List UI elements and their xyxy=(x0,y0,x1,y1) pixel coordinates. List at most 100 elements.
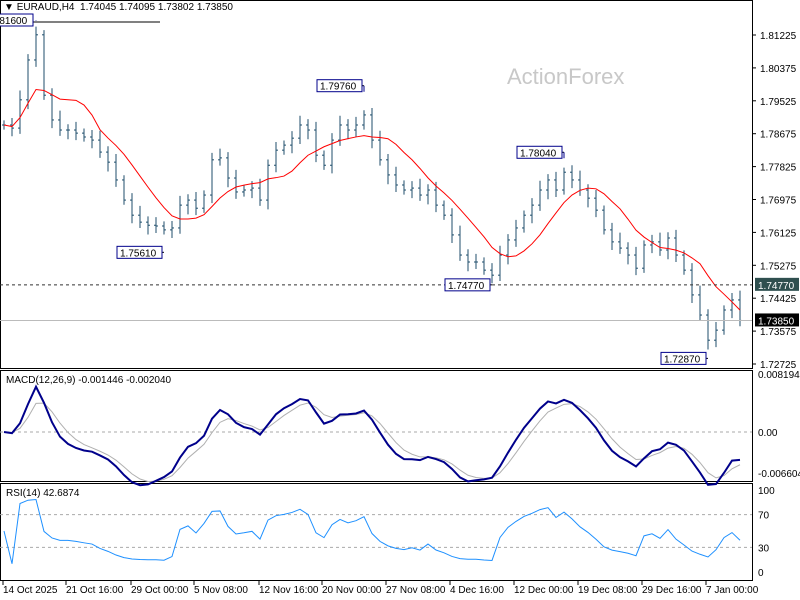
price-bar xyxy=(546,174,550,200)
x-tick-label: 29 Dec 16:00 xyxy=(642,585,702,596)
x-tick-label: 7 Jan 00:00 xyxy=(706,585,759,596)
macd-tick-label: 0.00 xyxy=(758,428,778,439)
x-tick-label: 27 Nov 08:00 xyxy=(386,585,446,596)
price-annotation: 1.81600 xyxy=(0,13,160,27)
price-bar xyxy=(458,225,462,261)
price-bar xyxy=(90,130,94,149)
price-bar xyxy=(378,130,382,166)
y-tick-label: 1.76125 xyxy=(760,228,797,239)
macd-signal-line xyxy=(3,402,741,482)
price-bar xyxy=(674,229,678,263)
price-bar xyxy=(610,222,614,251)
dropdown-triangle-icon[interactable]: ▼ xyxy=(4,2,17,13)
rsi-title: RSI(14) 42.6874 xyxy=(6,488,80,499)
price-bar xyxy=(18,90,22,134)
price-bar xyxy=(146,216,150,235)
price-bar xyxy=(322,150,326,170)
price-bar xyxy=(650,234,654,254)
price-bar xyxy=(354,116,358,137)
main-panel-border xyxy=(0,0,753,369)
price-bar xyxy=(658,232,662,256)
x-tick-label: 29 Oct 00:00 xyxy=(131,585,189,596)
price-bar xyxy=(410,181,414,199)
price-bar xyxy=(226,152,230,188)
x-tick-label: 4 Dec 16:00 xyxy=(450,585,504,596)
x-tick-label: 19 Dec 08:00 xyxy=(578,585,638,596)
price-bar xyxy=(98,130,102,158)
price-bar xyxy=(514,219,518,247)
y-tick-label: 1.78675 xyxy=(760,130,797,141)
x-tick-label: 20 Nov 00:00 xyxy=(322,585,382,596)
price-bar xyxy=(442,200,446,220)
price-bar xyxy=(370,107,374,149)
annotation-label: 1.75610 xyxy=(120,248,157,259)
y-tick-label: 1.75275 xyxy=(760,261,797,272)
price-bar xyxy=(106,146,110,172)
price-bar xyxy=(594,190,598,218)
chart-header: ▼ EURAUD,H4 1.74045 1.74095 1.73802 1.73… xyxy=(4,2,233,13)
annotation-label: 1.81600 xyxy=(0,16,28,27)
price-bar xyxy=(314,121,318,163)
x-tick-label: 12 Dec 00:00 xyxy=(514,585,574,596)
price-bar xyxy=(626,242,630,265)
price-bar xyxy=(74,121,78,141)
price-annotation: 1.72870 xyxy=(660,351,708,365)
price-bar xyxy=(474,253,478,269)
price-bar xyxy=(554,171,558,197)
price-bar xyxy=(170,220,174,239)
price-bar xyxy=(402,180,406,195)
price-bar xyxy=(362,110,366,130)
macd-line xyxy=(3,384,741,487)
rsi-tick-label: 70 xyxy=(758,511,770,522)
price-bar xyxy=(466,249,470,272)
annotation-label: 1.74770 xyxy=(448,281,485,292)
rsi-tick-label: 100 xyxy=(758,486,775,497)
price-bar xyxy=(162,221,166,235)
price-tag-label: 1.74770 xyxy=(758,281,795,292)
macd-title: MACD(12,26,9) -0.001446 -0.002040 xyxy=(6,375,172,386)
price-bar xyxy=(42,30,46,100)
price-annotation: 1.79760 xyxy=(316,79,365,93)
price-bar xyxy=(178,195,182,234)
price-annotation: 1.74770 xyxy=(444,278,492,292)
y-tick-label: 1.76975 xyxy=(760,196,797,207)
price-bar xyxy=(666,232,670,260)
price-annotation: 1.75610 xyxy=(116,245,164,259)
rsi-tick-label: 30 xyxy=(758,543,770,554)
rsi-tick-label: 0 xyxy=(758,568,764,579)
price-bar xyxy=(498,245,502,281)
price-bar xyxy=(186,194,190,215)
price-bar xyxy=(690,263,694,304)
price-bar xyxy=(234,169,238,199)
price-bar xyxy=(138,205,142,228)
x-tick-label: 5 Nov 08:00 xyxy=(194,585,248,596)
y-tick-label: 1.73575 xyxy=(760,327,797,338)
y-tick-label: 1.80375 xyxy=(760,64,797,75)
price-bar xyxy=(570,165,574,189)
price-bar xyxy=(154,217,158,233)
price-bar xyxy=(266,159,270,210)
price-bar xyxy=(578,170,582,196)
rsi-line xyxy=(3,499,741,564)
price-bar xyxy=(290,131,294,154)
price-bar xyxy=(714,322,718,348)
symbol-label: EURAUD,H4 xyxy=(16,2,75,13)
price-bar xyxy=(114,154,118,187)
y-tick-label: 1.81225 xyxy=(760,31,797,42)
price-bar xyxy=(530,198,534,224)
watermark: ActionForex xyxy=(507,64,624,89)
price-bar xyxy=(122,175,126,205)
price-bar xyxy=(10,118,14,137)
price-bar xyxy=(730,292,734,319)
price-bar xyxy=(706,309,710,350)
annotation-label: 1.72870 xyxy=(664,354,701,365)
price-bar xyxy=(202,190,206,213)
price-tag-label: 1.73850 xyxy=(758,316,795,327)
price-bar xyxy=(194,191,198,216)
chart-canvas[interactable]: ActionForex 1.81600 1.75610 1.79760 1.74770… xyxy=(0,0,800,600)
price-bar xyxy=(274,142,278,173)
price-annotation: 1.78040 xyxy=(516,145,565,159)
price-bar xyxy=(522,210,526,233)
x-tick-label: 21 Oct 16:00 xyxy=(66,585,124,596)
price-bar xyxy=(242,185,246,197)
